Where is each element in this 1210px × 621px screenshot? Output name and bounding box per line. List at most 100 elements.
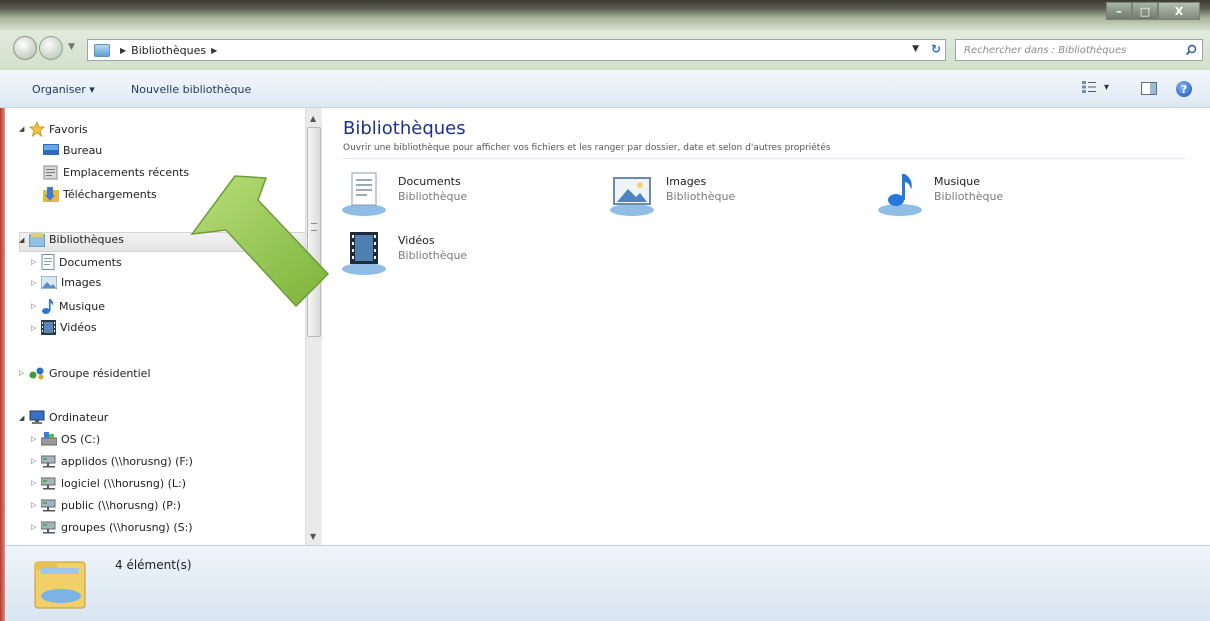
refresh-icon[interactable]: ↻ [931, 42, 941, 56]
window-controls: – □ X [1106, 2, 1200, 20]
star-icon [29, 121, 45, 137]
close-button[interactable]: X [1158, 2, 1200, 20]
scroll-down-icon[interactable]: ▼ [310, 532, 316, 541]
nav-item-documents[interactable]: ▷ Documents [31, 254, 122, 270]
nav-homegroup-label: Groupe résidentiel [49, 366, 151, 380]
pictures-icon [41, 276, 57, 289]
nav-item-drive-l[interactable]: ▷ logiciel (\\horusng) (L:) [31, 476, 186, 490]
content-pane: Bibliothèques Ouvrir une bibliothèque po… [322, 108, 1210, 545]
library-name: Musique [934, 175, 980, 188]
recent-places-icon [43, 165, 58, 180]
nav-libraries[interactable]: ◢ Bibliothèques [19, 232, 124, 247]
nav-item-drive-p[interactable]: ▷ public (\\horusng) (P:) [31, 498, 181, 512]
nav-item-drive-s[interactable]: ▷ groupes (\\horusng) (S:) [31, 520, 193, 534]
documents-icon [41, 254, 55, 270]
videos-icon [41, 320, 56, 335]
page-description: Ouvrir une bibliothèque pour afficher vo… [343, 143, 831, 153]
nav-item-label: logiciel (\\horusng) (L:) [61, 476, 187, 490]
command-bar: Organiser ▾ Nouvelle bibliothèque ▾ ? [0, 70, 1210, 108]
search-input[interactable]: Rechercher dans : Bibliothèques [955, 39, 1203, 61]
view-dropdown-arrow[interactable]: ▾ [1104, 82, 1109, 93]
new-library-button[interactable]: Nouvelle bibliothèque [131, 83, 251, 96]
minimize-button[interactable]: – [1106, 2, 1132, 20]
expand-arrow-icon[interactable]: ◢ [19, 236, 29, 244]
preview-pane-icon [1141, 82, 1157, 95]
nav-computer[interactable]: ◢ Ordinateur [19, 410, 108, 425]
collapsed-arrow-icon[interactable]: ▷ [31, 324, 41, 332]
nav-item-label: Emplacements récents [63, 166, 190, 179]
search-placeholder[interactable]: Rechercher dans : Bibliothèques [964, 45, 1180, 56]
status-bar: 4 élément(s) [5, 545, 1210, 621]
local-disk-icon [41, 432, 57, 446]
annotation-arrow-icon [190, 175, 330, 308]
library-tile-music[interactable]: Musique Bibliothèque [876, 170, 1003, 218]
nav-item-drive-c[interactable]: ▷ OS (C:) [31, 432, 100, 446]
nav-libraries-label: Bibliothèques [49, 233, 124, 246]
header-divider [343, 158, 1185, 159]
nav-computer-label: Ordinateur [49, 411, 109, 424]
scroll-up-icon[interactable]: ▲ [310, 114, 316, 123]
address-row: ▼ ▶ Bibliothèques ▶ ▼ ↻ Rechercher dans … [0, 30, 1210, 70]
preview-pane-button[interactable] [1141, 82, 1157, 98]
nav-item-drive-f[interactable]: ▷ applidos (\\horusng) (F:) [31, 454, 193, 468]
library-tile-videos[interactable]: Vidéos Bibliothèque [340, 229, 467, 277]
library-type: Bibliothèque [398, 190, 468, 203]
collapsed-arrow-icon[interactable]: ▷ [31, 457, 41, 465]
library-tile-images[interactable]: Images Bibliothèque [608, 170, 735, 218]
collapsed-arrow-icon[interactable]: ▷ [31, 479, 41, 487]
breadcrumb-separator-icon[interactable]: ▶ [120, 46, 126, 55]
images-library-icon [608, 170, 662, 218]
nav-item-music[interactable]: ▷ Musique [31, 298, 105, 314]
collapsed-arrow-icon[interactable]: ▷ [31, 258, 41, 266]
collapsed-arrow-icon[interactable]: ▷ [31, 523, 41, 531]
nav-item-label: Bureau [63, 143, 103, 157]
nav-item-label: Documents [59, 255, 122, 269]
downloads-icon [43, 187, 59, 202]
collapsed-arrow-icon[interactable]: ▷ [19, 369, 29, 377]
nav-item-label: Vidéos [60, 321, 97, 334]
window-title-bar: – □ X [0, 0, 1210, 30]
search-icon[interactable] [1180, 44, 1202, 56]
nav-item-downloads[interactable]: Téléchargements [43, 187, 157, 202]
collapsed-arrow-icon[interactable]: ▷ [31, 501, 41, 509]
address-dropdown-icon[interactable]: ▼ [912, 44, 919, 54]
nav-item-label: OS (C:) [61, 432, 101, 446]
library-type: Bibliothèque [398, 249, 468, 262]
breadcrumb-libraries[interactable]: Bibliothèques [131, 44, 206, 57]
libraries-icon [29, 233, 45, 247]
library-name: Documents [398, 175, 461, 188]
expand-arrow-icon[interactable]: ◢ [19, 125, 29, 133]
help-button[interactable]: ? [1176, 81, 1192, 97]
documents-library-icon [340, 170, 394, 218]
library-type: Bibliothèque [666, 190, 736, 203]
address-bar[interactable]: ▶ Bibliothèques ▶ ▼ ↻ [87, 39, 946, 61]
nav-item-bureau[interactable]: Bureau [43, 143, 102, 157]
library-tile-documents[interactable]: Documents Bibliothèque [340, 170, 467, 218]
network-drive-icon [41, 499, 56, 512]
collapsed-arrow-icon[interactable]: ▷ [31, 302, 41, 310]
nav-item-label: applidos (\\horusng) (F:) [61, 454, 193, 468]
collapsed-arrow-icon[interactable]: ▷ [31, 279, 41, 287]
forward-button[interactable] [39, 36, 63, 60]
nav-item-images[interactable]: ▷ Images [31, 276, 101, 289]
view-options-icon [1082, 81, 1096, 93]
nav-item-label: Musique [59, 299, 105, 313]
maximize-button[interactable]: □ [1132, 2, 1158, 20]
network-drive-icon [41, 455, 56, 468]
item-count: 4 élément(s) [115, 558, 192, 572]
library-name: Images [666, 175, 707, 188]
collapsed-arrow-icon[interactable]: ▷ [31, 435, 41, 443]
nav-homegroup[interactable]: ▷ Groupe résidentiel [19, 366, 151, 380]
organize-button[interactable]: Organiser ▾ [32, 83, 95, 96]
nav-item-videos[interactable]: ▷ Vidéos [31, 320, 97, 335]
recent-pages-dropdown-icon[interactable]: ▼ [68, 42, 75, 52]
nav-item-recent-places[interactable]: Emplacements récents [43, 165, 189, 180]
back-button[interactable] [13, 36, 37, 60]
libraries-icon [94, 43, 110, 57]
breadcrumb-chevron-icon[interactable]: ▶ [211, 46, 217, 55]
nav-favorites[interactable]: ◢ Favoris [19, 121, 88, 137]
change-view-button[interactable]: ▾ [1082, 81, 1109, 93]
videos-library-icon [340, 229, 394, 277]
expand-arrow-icon[interactable]: ◢ [19, 414, 29, 422]
nav-item-label: groupes (\\horusng) (S:) [61, 520, 193, 534]
